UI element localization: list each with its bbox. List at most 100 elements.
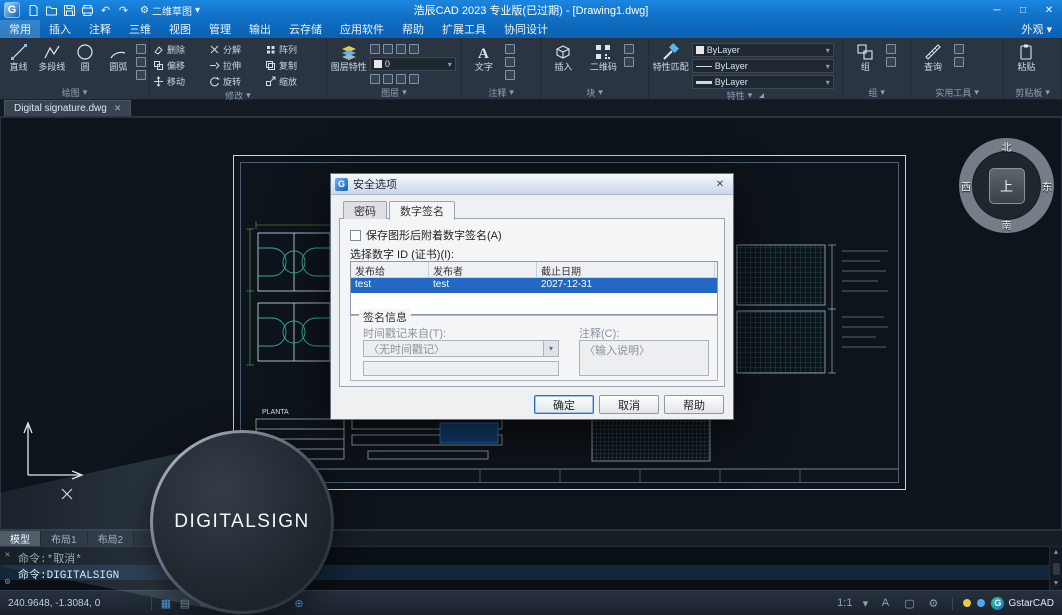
undo-icon[interactable]: ↶	[97, 2, 114, 18]
scroll-down-icon[interactable]: ▼	[1054, 580, 1058, 588]
layout2-tab[interactable]: 布局2	[88, 531, 135, 546]
document-tab-close-icon[interactable]: ✕	[114, 103, 122, 114]
scroll-up-icon[interactable]: ▲	[1054, 549, 1058, 557]
tab-3d[interactable]: 三维	[120, 20, 160, 38]
dialog-launcher-icon[interactable]	[759, 93, 764, 98]
tab-output[interactable]: 输出	[240, 20, 280, 38]
command-scrollbar[interactable]: ▲ ▼	[1049, 547, 1062, 590]
close-button[interactable]: ✕	[1036, 0, 1062, 20]
model-tab[interactable]: 模型	[0, 531, 41, 546]
draw-group-label[interactable]: 绘图 ▾	[3, 86, 146, 99]
tab-manage[interactable]: 管理	[200, 20, 240, 38]
password-tab[interactable]: 密码	[343, 201, 387, 219]
layer-freeze-icon[interactable]	[396, 44, 406, 54]
compass-south-button[interactable]: 南	[1002, 217, 1012, 232]
annotation-visibility-button[interactable]: A	[876, 594, 894, 612]
command-close-icon[interactable]: ✕	[5, 550, 10, 560]
certificate-row-selected[interactable]: test test 2027-12-31	[351, 278, 717, 293]
tab-express[interactable]: 扩展工具	[433, 20, 495, 38]
color-dropdown[interactable]: ByLayer ▾	[692, 43, 834, 57]
match-properties-button[interactable]: 特性匹配	[652, 40, 690, 72]
insert-block-button[interactable]: 插入	[544, 40, 582, 72]
group-button[interactable]: 组	[846, 40, 884, 72]
compass-north-button[interactable]: 北	[1002, 139, 1012, 154]
message-icon[interactable]	[977, 599, 985, 607]
explode-button[interactable]: 分解	[209, 42, 263, 57]
tab-insert[interactable]: 插入	[40, 20, 80, 38]
group-manager-icon[interactable]	[886, 57, 896, 67]
header-expiry[interactable]: 截止日期	[537, 262, 715, 277]
snap-toggle[interactable]: ▦	[157, 594, 175, 612]
layout1-tab[interactable]: 布局1	[41, 531, 88, 546]
groups-group-label[interactable]: 组 ▾	[846, 86, 907, 99]
appearance-menu[interactable]: 外观 ▾	[1011, 21, 1062, 37]
maximize-button[interactable]: □	[1010, 0, 1036, 20]
layer-isolate-icon[interactable]	[383, 44, 393, 54]
ok-button[interactable]: 确定	[534, 395, 594, 414]
region-tool-icon[interactable]	[136, 70, 146, 80]
paste-button[interactable]: 粘贴	[1007, 40, 1045, 72]
tab-cloud[interactable]: 云存储	[280, 20, 331, 38]
scale-caret-icon[interactable]: ▾	[860, 594, 870, 612]
compass-up-button[interactable]: 上	[989, 168, 1025, 204]
array-button[interactable]: 阵列	[265, 42, 319, 57]
settings-gear-icon[interactable]: ⚙	[924, 594, 942, 612]
layer-prev-icon[interactable]	[396, 74, 406, 84]
leader-icon[interactable]	[505, 57, 515, 67]
linetype-dropdown[interactable]: ByLayer ▾	[692, 59, 834, 73]
rotate-button[interactable]: 旋转	[209, 74, 263, 89]
app-menu-button[interactable]: G	[4, 2, 20, 18]
new-file-icon[interactable]	[25, 2, 42, 18]
block-group-label[interactable]: 块 ▾	[544, 86, 644, 99]
help-button[interactable]: 帮助	[664, 395, 724, 414]
lineweight-dropdown[interactable]: ByLayer ▾	[692, 75, 834, 89]
document-tab[interactable]: Digital signature.dwg ✕	[4, 100, 131, 116]
ungroup-icon[interactable]	[886, 44, 896, 54]
calculator-icon[interactable]	[954, 44, 964, 54]
layer-state-icon[interactable]	[370, 44, 380, 54]
tab-view[interactable]: 视图	[160, 20, 200, 38]
qrcode-button[interactable]: 二维码	[584, 40, 622, 72]
stretch-button[interactable]: 拉伸	[209, 58, 263, 73]
move-button[interactable]: 移动	[153, 74, 207, 89]
table-icon[interactable]	[505, 70, 515, 80]
point-id-icon[interactable]	[954, 57, 964, 67]
rectangle-tool-icon[interactable]	[136, 44, 146, 54]
header-issued-to[interactable]: 发布给	[351, 262, 429, 277]
layers-group-label[interactable]: 图层 ▾	[330, 86, 458, 99]
tab-annotate[interactable]: 注释	[80, 20, 120, 38]
redo-icon[interactable]: ↷	[115, 2, 132, 18]
circle-button[interactable]: 圆	[70, 40, 101, 72]
dimension-icon[interactable]	[505, 44, 515, 54]
tab-home[interactable]: 常用	[0, 20, 40, 38]
view-compass[interactable]: 北 南 西 东 上	[959, 138, 1054, 233]
text-button[interactable]: A 文字	[465, 40, 503, 72]
measure-button[interactable]: 查询	[914, 40, 952, 72]
layer-walk-icon[interactable]	[409, 74, 419, 84]
erase-button[interactable]: 删除	[153, 42, 207, 57]
layer-match-icon[interactable]	[383, 74, 393, 84]
command-active-line[interactable]: 命令:DIGITALSIGN	[0, 565, 1062, 580]
compass-west-button[interactable]: 西	[961, 178, 971, 193]
compass-east-button[interactable]: 东	[1042, 178, 1052, 193]
copy-button[interactable]: 复制	[265, 58, 319, 73]
arc-button[interactable]: 圆弧	[103, 40, 134, 72]
scale-button[interactable]: 缩放	[265, 74, 319, 89]
layer-dropdown[interactable]: 0 ▾	[370, 57, 456, 71]
layer-on-icon[interactable]	[370, 74, 380, 84]
print-icon[interactable]	[79, 2, 96, 18]
fullscreen-toggle[interactable]: ▢	[900, 594, 918, 612]
layer-properties-button[interactable]: 图层特性	[330, 40, 368, 72]
notification-icon[interactable]	[963, 599, 971, 607]
cancel-button[interactable]: 取消	[599, 395, 659, 414]
scrollbar-thumb[interactable]	[1053, 563, 1060, 575]
layer-lock-icon[interactable]	[409, 44, 419, 54]
attach-signature-checkbox[interactable]	[350, 230, 361, 241]
utilities-group-label[interactable]: 实用工具 ▾	[914, 86, 1000, 99]
tab-collaboration[interactable]: 协同设计	[495, 20, 557, 38]
certificate-table[interactable]: 发布给 发布者 截止日期 test test 2027-12-31	[350, 261, 718, 315]
tab-help[interactable]: 帮助	[393, 20, 433, 38]
clipboard-group-label[interactable]: 剪贴板 ▾	[1007, 86, 1058, 99]
offset-button[interactable]: 偏移	[153, 58, 207, 73]
digital-signature-tab[interactable]: 数字签名	[389, 201, 455, 220]
